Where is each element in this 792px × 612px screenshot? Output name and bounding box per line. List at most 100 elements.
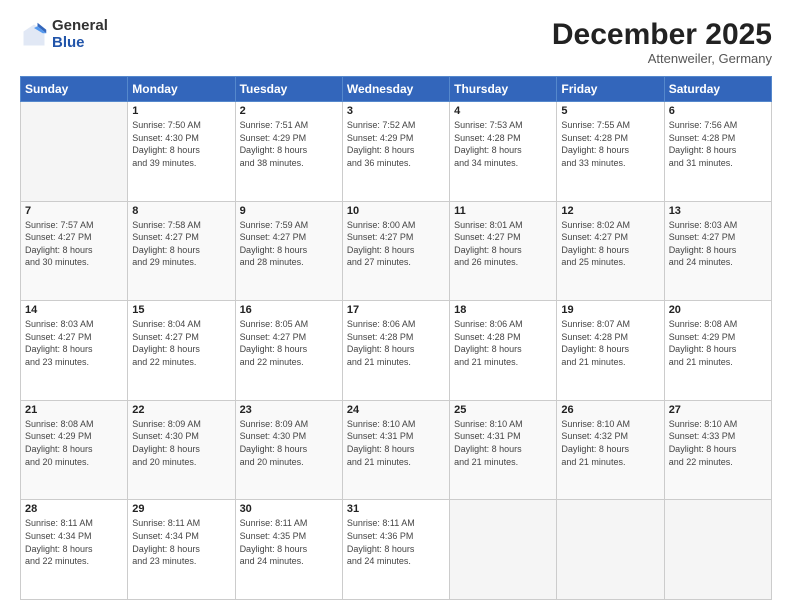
day-info: Sunrise: 7:57 AM Sunset: 4:27 PM Dayligh… <box>25 219 123 269</box>
week-row-3: 14 Sunrise: 8:03 AM Sunset: 4:27 PM Dayli… <box>21 301 772 401</box>
day-info: Sunrise: 8:10 AM Sunset: 4:31 PM Dayligh… <box>454 418 552 468</box>
day-number: 12 <box>561 205 659 217</box>
day-number: 27 <box>669 404 767 416</box>
day-info: Sunrise: 7:55 AM Sunset: 4:28 PM Dayligh… <box>561 119 659 169</box>
logo-icon <box>20 21 48 49</box>
day-number: 13 <box>669 205 767 217</box>
day-number: 14 <box>25 304 123 316</box>
day-cell: 10 Sunrise: 8:00 AM Sunset: 4:27 PM Dayli… <box>342 201 449 301</box>
logo-blue: Blue <box>52 35 108 52</box>
logo-text: General Blue <box>52 18 108 51</box>
day-cell: 7 Sunrise: 7:57 AM Sunset: 4:27 PM Daylig… <box>21 201 128 301</box>
day-info: Sunrise: 8:03 AM Sunset: 4:27 PM Dayligh… <box>669 219 767 269</box>
calendar-header-row: SundayMondayTuesdayWednesdayThursdayFrid… <box>21 77 772 102</box>
col-header-saturday: Saturday <box>664 77 771 102</box>
day-number: 26 <box>561 404 659 416</box>
day-number: 3 <box>347 105 445 117</box>
day-cell: 16 Sunrise: 8:05 AM Sunset: 4:27 PM Dayli… <box>235 301 342 401</box>
day-cell: 3Sunrise: 7:52 AM Sunset: 4:29 PM Daylig… <box>342 102 449 202</box>
logo: General Blue <box>20 18 108 51</box>
day-info: Sunrise: 8:03 AM Sunset: 4:27 PM Dayligh… <box>25 318 123 368</box>
day-number: 21 <box>25 404 123 416</box>
day-cell: 27Sunrise: 8:10 AM Sunset: 4:33 PM Dayli… <box>664 400 771 500</box>
day-cell: 1Sunrise: 7:50 AM Sunset: 4:30 PM Daylig… <box>128 102 235 202</box>
day-info: Sunrise: 8:06 AM Sunset: 4:28 PM Dayligh… <box>347 318 445 368</box>
day-cell: 14 Sunrise: 8:03 AM Sunset: 4:27 PM Dayli… <box>21 301 128 401</box>
day-cell: 8 Sunrise: 7:58 AM Sunset: 4:27 PM Daylig… <box>128 201 235 301</box>
day-info: Sunrise: 8:11 AM Sunset: 4:34 PM Dayligh… <box>132 517 230 567</box>
day-info: Sunrise: 8:04 AM Sunset: 4:27 PM Dayligh… <box>132 318 230 368</box>
calendar-table: SundayMondayTuesdayWednesdayThursdayFrid… <box>20 76 772 600</box>
day-number: 16 <box>240 304 338 316</box>
week-row-1: 1Sunrise: 7:50 AM Sunset: 4:30 PM Daylig… <box>21 102 772 202</box>
day-info: Sunrise: 8:10 AM Sunset: 4:32 PM Dayligh… <box>561 418 659 468</box>
day-cell: 29 Sunrise: 8:11 AM Sunset: 4:34 PM Dayli… <box>128 500 235 600</box>
col-header-friday: Friday <box>557 77 664 102</box>
day-cell: 17Sunrise: 8:06 AM Sunset: 4:28 PM Dayli… <box>342 301 449 401</box>
day-cell: 21 Sunrise: 8:08 AM Sunset: 4:29 PM Dayli… <box>21 400 128 500</box>
day-info: Sunrise: 7:58 AM Sunset: 4:27 PM Dayligh… <box>132 219 230 269</box>
day-info: Sunrise: 7:56 AM Sunset: 4:28 PM Dayligh… <box>669 119 767 169</box>
day-number: 28 <box>25 503 123 515</box>
day-number: 1 <box>132 105 230 117</box>
day-cell <box>21 102 128 202</box>
day-info: Sunrise: 8:06 AM Sunset: 4:28 PM Dayligh… <box>454 318 552 368</box>
day-cell: 12Sunrise: 8:02 AM Sunset: 4:27 PM Dayli… <box>557 201 664 301</box>
day-number: 15 <box>132 304 230 316</box>
day-cell: 11 Sunrise: 8:01 AM Sunset: 4:27 PM Dayli… <box>450 201 557 301</box>
day-number: 22 <box>132 404 230 416</box>
day-number: 31 <box>347 503 445 515</box>
day-number: 20 <box>669 304 767 316</box>
day-cell: 22 Sunrise: 8:09 AM Sunset: 4:30 PM Dayli… <box>128 400 235 500</box>
col-header-wednesday: Wednesday <box>342 77 449 102</box>
week-row-2: 7 Sunrise: 7:57 AM Sunset: 4:27 PM Daylig… <box>21 201 772 301</box>
logo-general: General <box>52 18 108 35</box>
location-subtitle: Attenweiler, Germany <box>552 51 772 66</box>
day-number: 5 <box>561 105 659 117</box>
day-info: Sunrise: 8:08 AM Sunset: 4:29 PM Dayligh… <box>25 418 123 468</box>
day-number: 2 <box>240 105 338 117</box>
day-cell: 15 Sunrise: 8:04 AM Sunset: 4:27 PM Dayli… <box>128 301 235 401</box>
col-header-sunday: Sunday <box>21 77 128 102</box>
day-number: 30 <box>240 503 338 515</box>
day-info: Sunrise: 8:11 AM Sunset: 4:34 PM Dayligh… <box>25 517 123 567</box>
week-row-4: 21 Sunrise: 8:08 AM Sunset: 4:29 PM Dayli… <box>21 400 772 500</box>
day-info: Sunrise: 8:09 AM Sunset: 4:30 PM Dayligh… <box>132 418 230 468</box>
day-cell: 13 Sunrise: 8:03 AM Sunset: 4:27 PM Dayli… <box>664 201 771 301</box>
title-block: December 2025 Attenweiler, Germany <box>552 18 772 66</box>
col-header-thursday: Thursday <box>450 77 557 102</box>
day-info: Sunrise: 7:51 AM Sunset: 4:29 PM Dayligh… <box>240 119 338 169</box>
day-number: 8 <box>132 205 230 217</box>
day-info: Sunrise: 8:00 AM Sunset: 4:27 PM Dayligh… <box>347 219 445 269</box>
week-row-5: 28 Sunrise: 8:11 AM Sunset: 4:34 PM Dayli… <box>21 500 772 600</box>
day-cell: 24Sunrise: 8:10 AM Sunset: 4:31 PM Dayli… <box>342 400 449 500</box>
day-info: Sunrise: 8:10 AM Sunset: 4:31 PM Dayligh… <box>347 418 445 468</box>
day-info: Sunrise: 8:01 AM Sunset: 4:27 PM Dayligh… <box>454 219 552 269</box>
day-number: 23 <box>240 404 338 416</box>
day-cell: 25 Sunrise: 8:10 AM Sunset: 4:31 PM Dayli… <box>450 400 557 500</box>
day-number: 10 <box>347 205 445 217</box>
col-header-monday: Monday <box>128 77 235 102</box>
day-number: 25 <box>454 404 552 416</box>
day-info: Sunrise: 8:11 AM Sunset: 4:36 PM Dayligh… <box>347 517 445 567</box>
day-number: 29 <box>132 503 230 515</box>
day-cell: 6Sunrise: 7:56 AM Sunset: 4:28 PM Daylig… <box>664 102 771 202</box>
day-number: 7 <box>25 205 123 217</box>
day-number: 9 <box>240 205 338 217</box>
day-number: 18 <box>454 304 552 316</box>
day-cell <box>664 500 771 600</box>
day-number: 11 <box>454 205 552 217</box>
day-info: Sunrise: 8:08 AM Sunset: 4:29 PM Dayligh… <box>669 318 767 368</box>
day-cell: 2 Sunrise: 7:51 AM Sunset: 4:29 PM Daylig… <box>235 102 342 202</box>
day-info: Sunrise: 8:05 AM Sunset: 4:27 PM Dayligh… <box>240 318 338 368</box>
month-title: December 2025 <box>552 18 772 51</box>
day-cell: 18 Sunrise: 8:06 AM Sunset: 4:28 PM Dayli… <box>450 301 557 401</box>
day-info: Sunrise: 7:53 AM Sunset: 4:28 PM Dayligh… <box>454 119 552 169</box>
day-cell <box>450 500 557 600</box>
day-number: 4 <box>454 105 552 117</box>
day-cell: 5 Sunrise: 7:55 AM Sunset: 4:28 PM Daylig… <box>557 102 664 202</box>
day-cell: 23Sunrise: 8:09 AM Sunset: 4:30 PM Dayli… <box>235 400 342 500</box>
day-cell <box>557 500 664 600</box>
day-cell: 9Sunrise: 7:59 AM Sunset: 4:27 PM Daylig… <box>235 201 342 301</box>
day-cell: 31 Sunrise: 8:11 AM Sunset: 4:36 PM Dayli… <box>342 500 449 600</box>
